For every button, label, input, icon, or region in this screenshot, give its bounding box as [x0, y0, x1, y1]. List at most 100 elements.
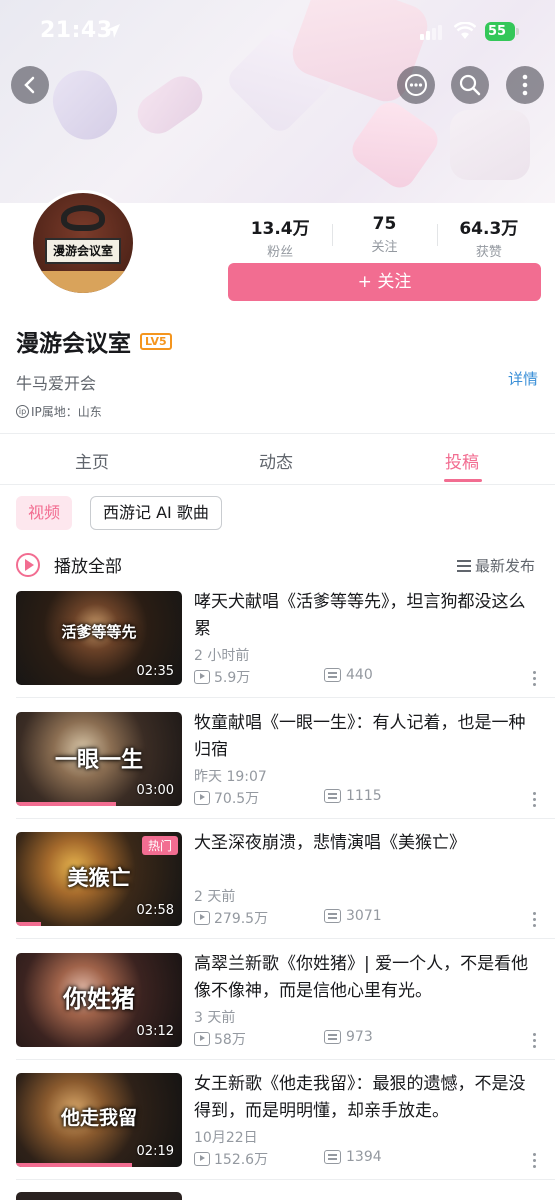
divider — [16, 938, 555, 939]
divider — [16, 697, 555, 698]
battery-level: 55 — [488, 24, 507, 39]
danmaku-count: 973 — [324, 1029, 373, 1045]
view-count: 70.5万 — [194, 788, 259, 808]
more-options-icon[interactable] — [533, 912, 537, 928]
video-thumbnail-partial[interactable] — [16, 1192, 182, 1200]
active-tab-indicator — [444, 479, 482, 482]
follow-button[interactable]: + 关注 — [228, 263, 541, 301]
sort-button[interactable]: 最新发布 — [457, 555, 535, 576]
video-item[interactable]: 热门 美猴亡 02:58 大圣深夜崩溃，悲情演唱《美猴亡》 2 天前 279.5… — [0, 832, 555, 952]
video-thumbnail[interactable]: 你姓猪 03:12 — [16, 953, 182, 1047]
tab-home[interactable]: 主页 — [75, 448, 109, 473]
more-options-icon[interactable] — [533, 792, 537, 808]
play-count-icon — [194, 791, 210, 805]
profile-stats: 13.4万粉丝 75 关注 64.3万获赞 — [228, 214, 541, 260]
thumbnail-caption: 活爹等等先 — [61, 623, 137, 641]
video-title[interactable]: 大圣深夜崩溃，悲情演唱《美猴亡》 — [194, 830, 539, 857]
back-button[interactable] — [11, 66, 49, 104]
video-thumbnail[interactable]: 活爹等等先 02:35 — [16, 591, 182, 685]
profile-signature: 牛马爱开会 — [16, 374, 97, 393]
danmaku-icon — [324, 668, 341, 682]
view-count-value: 58万 — [214, 1032, 246, 1048]
video-duration: 03:00 — [136, 783, 174, 798]
search-button[interactable] — [451, 66, 489, 104]
more-vertical-icon — [522, 74, 528, 96]
thumbnail-caption: 一眼一生 — [54, 748, 143, 773]
stat-following[interactable]: 75 关注 — [332, 214, 436, 255]
danmaku-icon — [324, 789, 341, 803]
profile-tabs: 主页 动态 投稿 — [0, 434, 555, 484]
view-count: 279.5万 — [194, 908, 268, 928]
stat-value: 13.4万 — [250, 219, 310, 239]
danmaku-count-value: 1394 — [346, 1149, 382, 1165]
stat-label: 粉丝 — [267, 245, 294, 260]
danmaku-icon — [324, 909, 341, 923]
detail-link[interactable]: 详情 — [508, 368, 538, 389]
more-menu-button[interactable] — [506, 66, 544, 104]
hot-badge: 热门 — [141, 836, 178, 855]
view-count-value: 5.9万 — [214, 670, 251, 686]
filter-chip-video[interactable]: 视频 — [16, 496, 73, 530]
watch-progress-bar — [16, 922, 41, 926]
stat-label: 获赞 — [475, 245, 502, 260]
video-date: 3 天前 — [194, 1010, 236, 1026]
chevron-left-icon — [24, 76, 35, 94]
danmaku-count-value: 1115 — [346, 788, 382, 804]
banner-decoration — [346, 96, 444, 194]
message-button[interactable] — [397, 66, 435, 104]
danmaku-count-value: 440 — [346, 667, 373, 683]
video-item[interactable]: 他走我留 02:19 女王新歌《他走我留》：最狠的遗憾，不是没得到，而是明明懂，… — [0, 1073, 555, 1193]
filter-chip-collection[interactable]: 西游记 AI 歌曲 — [90, 496, 222, 530]
video-title[interactable]: 哮天犬献唱《活爹等等先》，坦言狗都没这么累 — [194, 589, 539, 643]
video-meta: 5.9万 440 — [194, 667, 539, 686]
stat-likes[interactable]: 64.3万获赞 — [436, 214, 541, 260]
divider — [0, 484, 555, 485]
ip-icon: ip — [16, 405, 29, 418]
more-options-icon[interactable] — [533, 671, 537, 687]
danmaku-icon — [324, 1030, 341, 1044]
thumbnail-caption: 美猴亡 — [67, 866, 131, 890]
video-date: 昨天 19:07 — [194, 769, 267, 785]
thumbnail-caption: 你姓猪 — [63, 985, 135, 1013]
video-thumbnail[interactable]: 他走我留 02:19 — [16, 1073, 182, 1167]
play-all-button[interactable]: 播放全部 — [16, 552, 122, 577]
view-count: 152.6万 — [194, 1149, 268, 1169]
danmaku-count-value: 3071 — [346, 908, 382, 924]
danmaku-count: 1115 — [324, 788, 382, 804]
stat-fans[interactable]: 13.4万粉丝 — [228, 214, 332, 260]
tab-submissions[interactable]: 投稿 — [445, 448, 479, 473]
video-title[interactable]: 高翠兰新歌《你姓猪》| 爱一个人，不是看他像不像神，而是信他心里有光。 — [194, 951, 539, 1005]
video-thumbnail[interactable]: 一眼一生 03:00 — [16, 712, 182, 806]
divider — [16, 1059, 555, 1060]
ip-location: ip IP属地：山东 — [16, 403, 102, 420]
watch-progress-bar — [16, 1163, 133, 1167]
video-item[interactable]: 活爹等等先 02:35 哮天犬献唱《活爹等等先》，坦言狗都没这么累 2 小时前 … — [0, 591, 555, 711]
video-thumbnail[interactable]: 热门 美猴亡 02:58 — [16, 832, 182, 926]
status-time: 21:43 — [40, 18, 113, 43]
more-options-icon[interactable] — [533, 1153, 537, 1169]
video-meta: 70.5万 1115 — [194, 788, 539, 808]
stat-value: 64.3万 — [459, 219, 519, 239]
status-bar: 21:43 55 — [0, 0, 555, 60]
danmaku-count: 440 — [324, 667, 373, 683]
tab-dynamic[interactable]: 动态 — [259, 448, 293, 473]
more-options-icon[interactable] — [533, 1033, 537, 1049]
video-title[interactable]: 女王新歌《他走我留》：最狠的遗憾，不是没得到，而是明明懂，却亲手放走。 — [194, 1071, 539, 1125]
cellular-signal-icon — [420, 25, 442, 40]
watch-progress-bar — [16, 802, 116, 806]
handcuff-graphic — [61, 205, 105, 231]
search-icon — [459, 74, 481, 96]
view-count: 58万 — [194, 1029, 246, 1049]
play-count-icon — [194, 670, 210, 684]
sort-label: 最新发布 — [475, 557, 536, 575]
avatar[interactable]: 漫游会议室 — [30, 190, 136, 296]
view-count-value: 152.6万 — [214, 1152, 269, 1168]
ip-label: IP属地：山东 — [31, 405, 102, 419]
stat-label: 关注 — [371, 240, 398, 255]
video-item[interactable]: 一眼一生 03:00 牧童献唱《一眼一生》：有人记着，也是一种归宿 昨天 19:… — [0, 712, 555, 832]
video-item[interactable]: 你姓猪 03:12 高翠兰新歌《你姓猪》| 爱一个人，不是看他像不像神，而是信他… — [0, 953, 555, 1073]
location-arrow-icon — [106, 24, 120, 38]
video-title[interactable]: 牧童献唱《一眼一生》：有人记着，也是一种归宿 — [194, 710, 539, 764]
chat-bubble-icon — [405, 74, 427, 96]
view-count-value: 70.5万 — [214, 791, 260, 807]
